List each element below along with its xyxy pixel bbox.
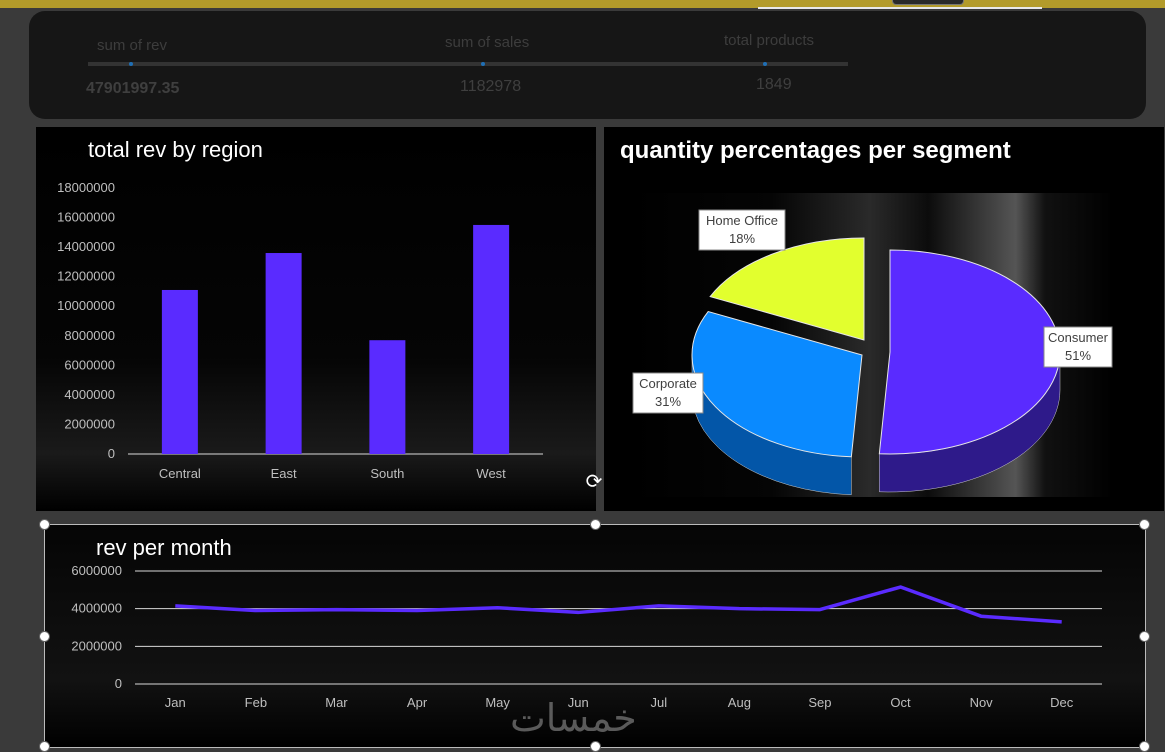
bar-west <box>473 224 510 454</box>
resize-handle[interactable] <box>590 741 601 752</box>
kpi-rev-value: 47901997.35 <box>86 80 180 97</box>
kpi-marker <box>481 62 485 66</box>
y-tick-label: 4000000 <box>71 601 122 616</box>
kpi-products-label: total products <box>724 32 815 49</box>
pie-data-label-percent: 51% <box>1065 348 1091 363</box>
kpi-products-value: 1849 <box>756 76 792 93</box>
x-tick-label: Nov <box>970 695 994 710</box>
y-tick-label: 12000000 <box>57 269 115 284</box>
y-tick-label: 6000000 <box>71 563 122 578</box>
top-bar-tab[interactable] <box>892 0 964 5</box>
resize-handle[interactable] <box>1139 741 1150 752</box>
x-tick-label: Jan <box>165 695 186 710</box>
pie-data-label-name: Home Office <box>706 213 778 228</box>
line-series-rev <box>175 585 1062 624</box>
resize-handle[interactable] <box>1139 631 1150 642</box>
resize-handle[interactable] <box>39 519 50 530</box>
x-tick-label: West <box>476 466 506 481</box>
x-tick-label: Feb <box>245 695 267 710</box>
y-tick-label: 2000000 <box>71 638 122 653</box>
x-tick-label: Jul <box>650 695 667 710</box>
x-tick-label: Aug <box>728 695 751 710</box>
kpi-panel: sum of rev sum of sales total products 4… <box>29 11 1146 119</box>
y-tick-label: 8000000 <box>64 328 115 343</box>
x-tick-label: East <box>271 466 297 481</box>
resize-handle[interactable] <box>1139 519 1150 530</box>
y-tick-label: 6000000 <box>64 357 115 372</box>
bar-south <box>369 340 406 454</box>
y-tick-label: 2000000 <box>64 416 115 431</box>
top-bar-segment <box>758 7 1042 9</box>
x-tick-label: Central <box>159 466 201 481</box>
top-bar <box>0 0 1165 9</box>
x-tick-label: Dec <box>1050 695 1074 710</box>
bar-east <box>265 253 302 454</box>
x-tick-label: Mar <box>325 695 348 710</box>
kpi-marker <box>129 62 133 66</box>
pie-data-label-name: Corporate <box>639 376 697 391</box>
x-tick-label: South <box>370 466 404 481</box>
x-tick-label: Apr <box>407 695 428 710</box>
y-tick-label: 16000000 <box>57 210 115 225</box>
y-tick-label: 10000000 <box>57 298 115 313</box>
kpi-sales-label: sum of sales <box>445 34 530 51</box>
bar-chart-panel[interactable]: total rev by region 0 2000000 4000000 60000… <box>36 127 596 511</box>
kpi-rev-label: sum of rev <box>97 37 168 54</box>
pie-chart-panel[interactable]: quantity percentages per segment Consume… <box>604 127 1164 511</box>
resize-handle[interactable] <box>590 519 601 530</box>
y-tick-label: 18000000 <box>57 180 115 195</box>
x-tick-label: Oct <box>890 695 911 710</box>
watermark-logo: خمسات <box>510 696 637 740</box>
y-tick-label: 4000000 <box>64 387 115 402</box>
y-tick-label: 0 <box>108 446 115 461</box>
pie-data-label-name: Consumer <box>1048 330 1109 345</box>
y-tick-label: 0 <box>115 676 122 691</box>
pie-data-label-percent: 18% <box>729 231 755 246</box>
pie-data-label-percent: 31% <box>655 394 681 409</box>
pie-chart: Consumer 51% Corporate 31% Home Office 18% <box>626 193 1113 497</box>
kpi-sales-value: 1182978 <box>460 78 522 95</box>
bar-central <box>161 289 198 454</box>
resize-handle[interactable] <box>39 741 50 752</box>
bar-chart: 0 2000000 4000000 6000000 8000000 10000000 120… <box>57 180 543 481</box>
rotate-handle-icon[interactable]: ⟳ <box>583 471 605 493</box>
y-tick-label: 14000000 <box>57 239 115 254</box>
kpi-marker <box>763 62 767 66</box>
kpi-divider <box>88 62 848 66</box>
x-tick-label: May <box>485 695 510 710</box>
resize-handle[interactable] <box>39 631 50 642</box>
x-tick-label: Sep <box>808 695 831 710</box>
